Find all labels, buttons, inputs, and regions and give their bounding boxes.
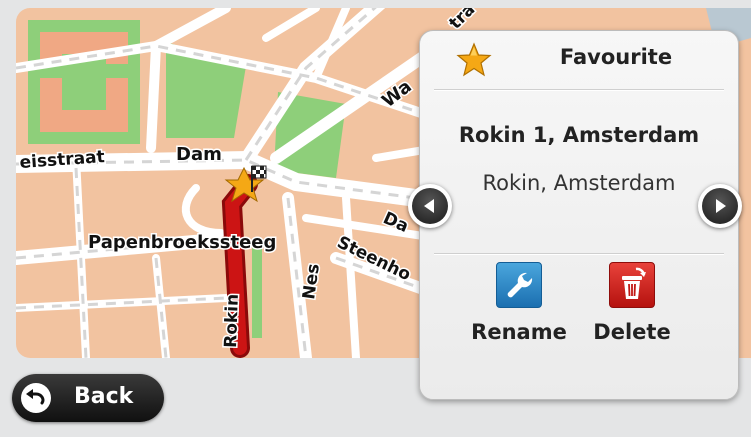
back-button[interactable]: Back — [12, 374, 164, 422]
divider — [434, 89, 724, 91]
street-label-papenbroekssteeg: Papenbroekssteeg — [88, 232, 276, 253]
back-arrow-icon — [21, 383, 51, 413]
rename-button[interactable]: Rename — [459, 262, 579, 352]
next-button-face — [702, 188, 738, 224]
rename-label: Rename — [471, 320, 567, 344]
trash-can-icon — [622, 267, 646, 299]
street-label-dam: Dam — [176, 144, 222, 165]
next-button[interactable] — [698, 184, 742, 228]
panel-title: Favourite — [559, 45, 673, 69]
green-strip — [252, 248, 262, 338]
delete-button[interactable]: Delete — [572, 262, 692, 352]
divider — [434, 253, 724, 255]
delete-icon-tile — [609, 262, 655, 308]
favourite-address: Rokin 1, Amsterdam — [458, 123, 700, 147]
previous-button-face — [412, 188, 448, 224]
panel-header: Favourite — [420, 31, 738, 89]
delete-label: Delete — [593, 320, 671, 344]
street-label-rokin: Rokin — [221, 293, 243, 348]
arrow-right-icon — [716, 199, 726, 213]
wrench-icon — [507, 272, 533, 298]
favourite-star-icon — [456, 42, 492, 77]
arrow-left-icon — [424, 199, 434, 213]
rename-icon-tile — [496, 262, 542, 308]
previous-button[interactable] — [408, 184, 452, 228]
favourite-location: Rokin, Amsterdam — [482, 171, 676, 195]
back-label: Back — [74, 384, 134, 409]
